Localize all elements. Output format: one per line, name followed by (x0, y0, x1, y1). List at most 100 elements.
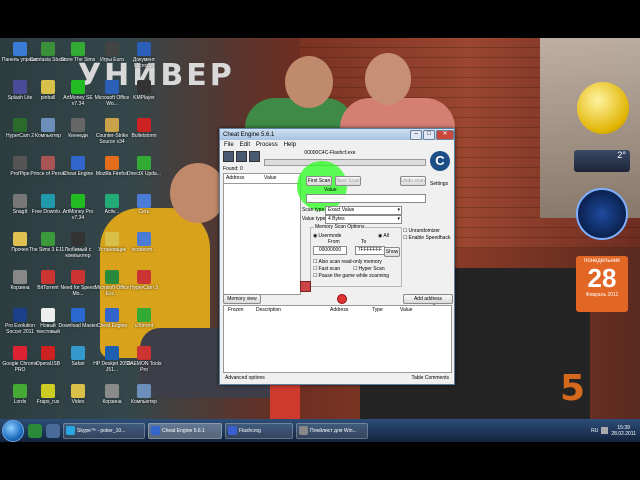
from-address-input[interactable]: 00000000 (313, 246, 347, 255)
open-process-icon[interactable] (223, 151, 234, 162)
taskbar-button[interactable]: Cheat Engine 5.6.1 (148, 422, 222, 439)
all-radio[interactable]: All (378, 233, 389, 239)
value-input[interactable] (306, 194, 426, 203)
desktop-icon[interactable]: HyperCam 3 (124, 270, 164, 291)
desktop-icon[interactable]: DirectX Upda... (124, 156, 164, 177)
weather-gadget[interactable]: 2° (574, 150, 630, 172)
desktop-icon-label: Safari (71, 361, 85, 367)
desktop-icon-label: Документ Microsoft (132, 57, 156, 69)
to-address-input[interactable]: 7FFFFFFF (355, 246, 385, 255)
scan-type-select[interactable]: Exact Value (325, 206, 402, 215)
clock-gadget[interactable] (577, 82, 629, 134)
window-titlebar[interactable]: Cheat Engine 5.6.1 – □ ✕ (220, 129, 454, 140)
kmplayer-icon (137, 80, 151, 94)
tray-icon[interactable] (601, 427, 609, 434)
text-file-icon (41, 308, 55, 322)
save-icon[interactable] (249, 151, 260, 162)
desktop-icon[interactable]: DAEMON Tools Pro (124, 346, 164, 373)
desktop-icon-label: Корзина (102, 399, 122, 405)
memory-scan-options-title: Memory Scan Options (314, 224, 366, 230)
first-scan-button[interactable]: First Scan (306, 176, 332, 186)
menu-bar: File Edit Process Help (220, 140, 454, 149)
cheat-engine-window[interactable]: Cheat Engine 5.6.1 – □ ✕ File Edit Proce… (219, 128, 455, 385)
to-label: To (361, 239, 367, 245)
word-icon (137, 42, 151, 56)
calendar-gadget[interactable]: понедельник 28 Февраль 2011 (576, 256, 628, 312)
gauge-gadget[interactable] (576, 188, 628, 240)
table-comments-link[interactable]: Table Comments (411, 375, 449, 381)
pause-game-checkbox[interactable]: Pause the game while scanning (313, 273, 389, 279)
undo-scan-button[interactable]: Undo scan (400, 176, 426, 186)
language-indicator[interactable]: RU (591, 428, 598, 434)
network-icon (137, 194, 151, 208)
app-icon (137, 232, 151, 246)
computer-icon (137, 384, 151, 398)
desktop-icon[interactable]: ocodeem... (124, 232, 164, 253)
close-button[interactable]: ✕ (436, 129, 454, 140)
game-icon (71, 42, 85, 56)
cheat-engine-logo-icon[interactable]: C (430, 151, 450, 171)
desktop-icon[interactable]: Bulletstorm (124, 118, 164, 139)
desktop-icon[interactable]: KMPlayer (124, 80, 164, 101)
menu-file[interactable]: File (224, 142, 234, 148)
column-description[interactable]: Description (252, 306, 326, 314)
settings-link[interactable]: Settings (430, 181, 448, 187)
menu-help[interactable]: Help (284, 142, 296, 148)
show-button[interactable]: Show (384, 247, 400, 257)
column-address[interactable]: Address (224, 174, 262, 183)
next-scan-button[interactable]: Next Scan (335, 176, 361, 186)
hyper-scan-checkbox[interactable]: Hyper Scan (353, 266, 384, 272)
taskbar-button[interactable]: Skype™ - poker_10... (63, 422, 145, 439)
taskbar-button[interactable]: Плейлист для Win... (296, 422, 368, 439)
address-table[interactable] (223, 314, 452, 373)
pointer-scan-icon[interactable] (300, 281, 311, 292)
firefox-icon (105, 156, 119, 170)
results-list[interactable] (223, 183, 301, 295)
speedhack-checkbox[interactable]: Enable Speedhack (403, 235, 450, 241)
column-type[interactable]: Type (368, 306, 396, 314)
scan-readonly-checkbox[interactable]: Also scan read-only memory (313, 259, 381, 265)
column-value[interactable]: Value (262, 174, 300, 183)
taskbar-button[interactable]: Flashcrog (225, 422, 293, 439)
chrome-icon (13, 346, 27, 360)
desktop-icon-label: ArtMoney Pro v7.34 (62, 209, 94, 221)
column-address[interactable]: Address (326, 306, 368, 314)
skype-icon (66, 426, 75, 435)
desktop-icon[interactable]: uTorrent (124, 308, 164, 329)
folder-icon (41, 80, 55, 94)
scan-progress-bar (264, 159, 426, 166)
start-button[interactable] (2, 419, 24, 442)
menu-edit[interactable]: Edit (240, 142, 250, 148)
column-frozen[interactable]: Frozen (224, 306, 252, 314)
memory-view-button[interactable]: Memory view (223, 294, 261, 304)
system-tray: RU 15:39 28.02.2011 (591, 425, 640, 437)
add-address-button[interactable]: Add address manually (403, 294, 453, 310)
value-label: Value: (324, 187, 338, 193)
opera-icon (41, 346, 55, 360)
desktop-icon[interactable]: Компьютер (124, 384, 164, 405)
tray-clock[interactable]: 15:39 28.02.2011 (611, 425, 636, 437)
cheat-engine-icon (71, 156, 85, 170)
quick-launch-icon[interactable] (46, 423, 60, 438)
printer-icon (105, 346, 119, 360)
stop-icon[interactable] (337, 294, 347, 304)
quick-launch-icon[interactable] (28, 423, 42, 438)
desktop-icon[interactable]: Документ Microsoft (124, 42, 164, 69)
fast-scan-checkbox[interactable]: Fast scan (313, 266, 340, 272)
desktop-icon-label: Store The Sims (60, 57, 96, 63)
maximize-button[interactable]: □ (423, 129, 435, 140)
menu-process[interactable]: Process (256, 142, 278, 148)
unrandomizer-checkbox[interactable]: Unrandomizer (403, 228, 439, 234)
desktop-icon[interactable]: Сеть (124, 194, 164, 215)
value-type-select[interactable]: 4 Bytes (325, 215, 402, 224)
minimize-button[interactable]: – (410, 129, 422, 140)
desktop-icon-label: Кеннеди (68, 133, 88, 139)
app-icon (13, 384, 27, 398)
flash-icon (228, 426, 237, 435)
app-icon (71, 232, 85, 246)
desktop-icon-label: Сеть (138, 209, 150, 215)
open-file-icon[interactable] (236, 151, 247, 162)
column-value[interactable]: Value (396, 306, 430, 314)
advanced-options-link[interactable]: Advanced options (225, 375, 265, 381)
folder-icon (71, 384, 85, 398)
